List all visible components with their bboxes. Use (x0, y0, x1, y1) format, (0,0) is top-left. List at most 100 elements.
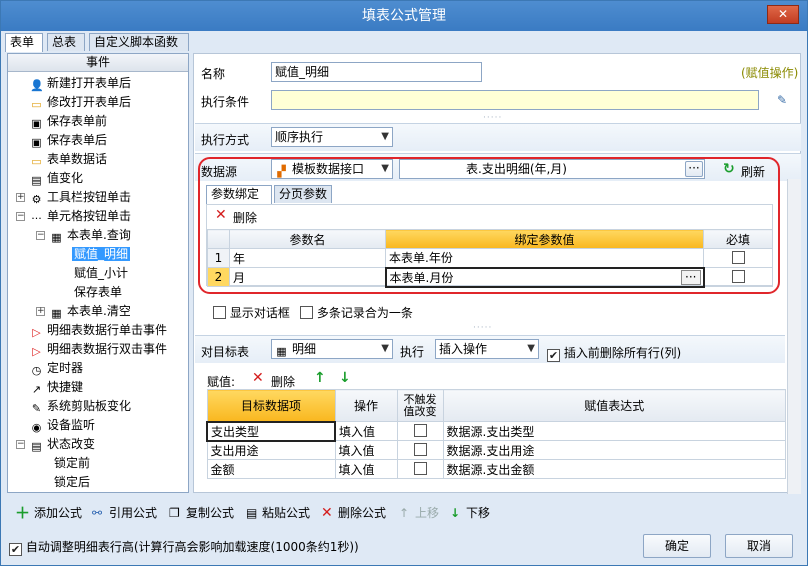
required-checkbox[interactable] (731, 251, 745, 264)
tree-item-before-lock[interactable]: 锁定前 (54, 454, 90, 473)
splitter[interactable]: ····· (483, 113, 502, 123)
title-bar: 填表公式管理 ✕ (1, 1, 807, 31)
copy-formula-button[interactable]: 复制公式 (186, 504, 234, 522)
chevron-down-icon: ▼ (527, 343, 535, 354)
tree-item-timer[interactable]: ◷ 定时器 (30, 359, 83, 378)
table-row: 2 月本表单.月份 ··· (207, 266, 773, 288)
table-icon: ▦ (276, 345, 287, 358)
no-trigger-checkbox[interactable] (413, 462, 427, 475)
person-icon: 👤 (30, 79, 44, 92)
expand-toggle[interactable]: + (36, 307, 45, 316)
no-trigger-checkbox[interactable] (413, 424, 427, 437)
target-exec-select[interactable]: 插入操作 ▼ (435, 339, 539, 359)
collapse-toggle[interactable]: − (36, 231, 45, 240)
datasource-path-input[interactable]: 表.支出明细(年,月) (399, 159, 705, 179)
tree-item-edit-open[interactable]: ▭ 修改打开表单后 (30, 93, 131, 112)
no-trigger-checkbox[interactable] (413, 443, 427, 456)
state-icon: ▤ (31, 440, 42, 453)
tree-item-state-change[interactable]: ▤ 状态改变 (30, 435, 95, 454)
param-delete-button[interactable]: 删除 (233, 209, 257, 226)
paste-formula-button[interactable]: 粘贴公式 (262, 504, 310, 522)
cancel-button[interactable]: 取消 (725, 534, 793, 558)
tab-form[interactable]: 表单 (5, 33, 43, 52)
event-tree-panel: 事件 👤 新建打开表单后 ▭ 修改打开表单后 ▣ 保存表单前 ▣ 保存表单后 ▭ 表单数据… (7, 53, 189, 493)
tree-item-assign-detail[interactable]: 赋值_明细 (72, 245, 131, 264)
condition-input[interactable] (271, 90, 759, 110)
arrow-down-icon[interactable]: ↓ (339, 370, 351, 386)
tree-item-value-change[interactable]: ▤ 值变化 (30, 169, 83, 188)
expand-toggle[interactable]: + (16, 193, 25, 202)
tree-item-form-data[interactable]: ▭ 表单数据话 (30, 150, 107, 169)
tree-item-clear[interactable]: ▦ 本表单.清空 (50, 302, 131, 321)
condition-editor-icon[interactable]: ✎ (777, 93, 787, 107)
collapse-toggle[interactable]: − (16, 440, 25, 449)
tree-item-clipboard-change[interactable]: ✎ 系统剪贴板变化 (30, 397, 131, 416)
target-exec-label: 执行 (400, 345, 425, 359)
tab-paging-params[interactable]: 分页参数 (274, 185, 332, 203)
param-table: 参数名 绑定参数值 必填 1 年本表单.年份 2 月本表单.月份 ··· (207, 229, 773, 288)
event-tree-header: 事件 (8, 54, 188, 72)
ref-formula-button[interactable]: 引用公式 (109, 504, 157, 522)
required-checkbox[interactable] (731, 270, 745, 283)
tree-item-save-form[interactable]: 保存表单 (74, 283, 122, 302)
folder-icon: ▭ (31, 155, 42, 168)
col-param-name: 参数名 (229, 229, 386, 249)
target-table-select[interactable]: ▦ 明细 ▼ (271, 339, 393, 359)
name-label: 名称 (201, 67, 226, 81)
right-scrollbar[interactable] (787, 179, 801, 494)
show-dialog-option[interactable]: 显示对话框 (213, 304, 290, 321)
tree-item-before-save[interactable]: ▣ 保存表单前 (30, 112, 107, 131)
add-formula-button[interactable]: 添加公式 (34, 504, 82, 522)
add-icon: ＋ (15, 504, 31, 522)
table-row: 支出用途 填入值 数据源.支出用途 (206, 440, 786, 460)
tree-item-detail-row-click[interactable]: ▷ 明细表数据行单击事件 (30, 321, 167, 340)
assign-table: 目标数据项 操作 不触发值改变 赋值表达式 支出类型 填入值 数据源.支出类型 支出用途填… (206, 389, 786, 479)
value-browse-button[interactable]: ··· (681, 269, 701, 285)
arrow-down-icon: ↓ (450, 506, 461, 520)
move-down-button[interactable]: 下移 (466, 504, 490, 522)
database-icon: ◉ (31, 421, 42, 434)
delete-icon[interactable]: ✕ (252, 370, 264, 386)
assign-delete-button[interactable]: 删除 (271, 373, 295, 390)
ok-button[interactable]: 确定 (643, 534, 711, 558)
move-up-button[interactable]: 上移 (415, 504, 439, 522)
datasource-browse-button[interactable]: ··· (685, 161, 703, 177)
tree-item-shortcut[interactable]: ↗ 快捷键 (30, 378, 83, 397)
delete-icon[interactable]: ✕ (215, 207, 227, 223)
tree-item-after-save[interactable]: ▣ 保存表单后 (30, 131, 107, 150)
tree-item-device-listen[interactable]: ◉ 设备监听 (30, 416, 95, 435)
assign-label: 赋值: (207, 375, 236, 389)
target-table-label: 对目标表 (201, 345, 250, 359)
tree-item-assign-subtotal[interactable]: 赋值_小计 (74, 264, 128, 283)
tree-item-cell-button-click[interactable]: ··· 单元格按钮单击 (30, 207, 131, 226)
arrow-up-icon[interactable]: ↑ (314, 370, 326, 386)
table-row: 1 年本表单.年份 (207, 248, 773, 268)
refresh-button[interactable]: 刷新 (741, 163, 765, 180)
tree-item-toolbar-click[interactable]: ⚙ 工具栏按钮单击 (30, 188, 131, 207)
clipboard-icon: ✎ (31, 402, 42, 415)
delete-formula-button[interactable]: 删除公式 (338, 504, 386, 522)
chevron-down-icon: ▼ (381, 131, 389, 142)
save-icon: ▣ (31, 136, 42, 149)
chevron-down-icon: ▼ (381, 163, 389, 174)
name-input[interactable]: 赋值_明细 (271, 62, 482, 82)
collapse-toggle[interactable]: − (16, 212, 25, 221)
exec-mode-select[interactable]: 顺序执行 ▼ (271, 127, 393, 147)
merge-records-option[interactable]: 多条记录合为一条 (300, 304, 413, 321)
datasource-type-select[interactable]: ▞ 模板数据接口 ▼ (271, 159, 393, 179)
tab-param-binding[interactable]: 参数绑定 (206, 185, 272, 204)
clear-before-insert-option[interactable]: 插入前删除所有行(列) (547, 344, 681, 362)
dots-icon: ··· (31, 212, 42, 225)
tab-summary[interactable]: 总表 (47, 33, 85, 51)
refresh-icon[interactable]: ↻ (723, 161, 735, 177)
tree-item-after-lock[interactable]: 锁定后 (54, 473, 90, 492)
splitter[interactable]: ····· (473, 323, 492, 333)
close-button[interactable]: ✕ (767, 5, 799, 24)
clock-icon: ◷ (31, 364, 42, 377)
tree-item-query[interactable]: ▦ 本表单.查询 (50, 226, 131, 245)
delete-icon: ✕ (321, 505, 333, 521)
tree-item-detail-row-dblclick[interactable]: ▷ 明细表数据行双击事件 (30, 340, 167, 359)
auto-height-option[interactable]: 自动调整明细表行高(计算行高会影响加载速度(1000条约1秒)) (9, 538, 359, 556)
tab-custom-script[interactable]: 自定义脚本函数 (89, 33, 189, 51)
tree-item-new-open[interactable]: 👤 新建打开表单后 (30, 74, 131, 93)
